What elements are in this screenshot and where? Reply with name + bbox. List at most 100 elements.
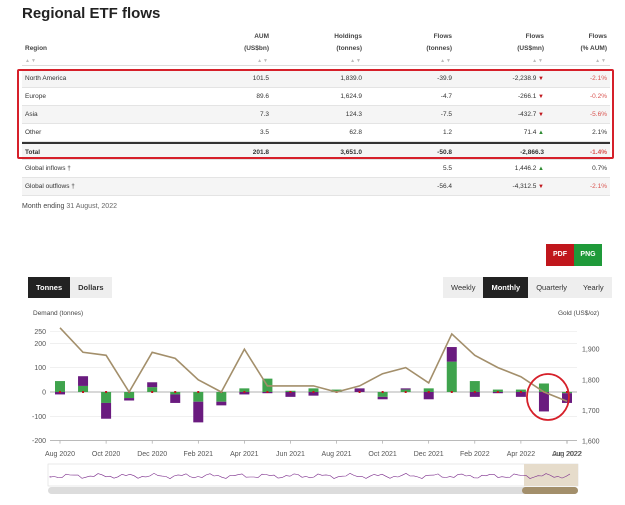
- page-title: Regional ETF flows: [22, 5, 161, 22]
- bar-europe: [446, 361, 457, 392]
- x-tick-label: Dec 2021: [414, 451, 444, 458]
- png-export-button[interactable]: PNG: [574, 244, 602, 266]
- table-cell-flows-usd: 1,446.2 ▲: [514, 165, 544, 172]
- table-cell-region: Global inflows †: [25, 165, 71, 172]
- y-tick-label: 200: [34, 341, 46, 348]
- bar-north-america: [55, 392, 65, 395]
- pdf-export-button[interactable]: PDF: [546, 244, 574, 266]
- bar-europe: [147, 387, 158, 392]
- x-tick-label: Aug 2022: [552, 451, 582, 458]
- bar-europe: [78, 385, 89, 392]
- table-header: Region ▲▼ AUM (US$bn) ▲▼ Holdings (tonnes) ▲▼ Fl…: [22, 30, 610, 66]
- bar-europe: [101, 392, 112, 403]
- baseline-marker: [358, 391, 361, 393]
- y2-tick-label: 1,900: [582, 347, 600, 354]
- y-axis-label: Demand (tonnes): [33, 310, 84, 317]
- yearly-button[interactable]: Yearly: [575, 277, 612, 298]
- tonnes-button[interactable]: Tonnes: [28, 277, 71, 298]
- bar-north-america: [308, 392, 319, 396]
- table-row: Global inflows † 5.5 1,446.2 ▲ 0.7%: [22, 160, 610, 178]
- bar-europe: [124, 392, 135, 399]
- bar-north-america: [124, 398, 135, 401]
- x-tick-label: Apr 2022: [507, 451, 536, 458]
- table-cell-flows-t: 5.5: [442, 165, 452, 172]
- y-tick-label: -100: [32, 414, 46, 421]
- y2-tick-label: 1,800: [582, 377, 600, 384]
- navigator-scrollbar-thumb: [522, 487, 578, 494]
- bar-europe: [377, 392, 388, 397]
- table-cell-flows-pct: -2.1%: [590, 183, 607, 190]
- y2-axis-label: Gold (US$/oz): [558, 310, 600, 317]
- baseline-marker: [427, 391, 430, 393]
- bar-europe: [170, 392, 181, 395]
- bar-europe: [515, 389, 526, 392]
- bar-europe: [55, 381, 65, 392]
- bar-north-america: [170, 394, 181, 403]
- x-tick-label: Jun 2022: [553, 451, 582, 458]
- bar-north-america: [262, 392, 273, 394]
- bar-north-america: [147, 382, 158, 388]
- y-tick-label: 250: [34, 329, 46, 336]
- bar-north-america: [285, 392, 296, 397]
- quarterly-button[interactable]: Quarterly: [528, 277, 576, 298]
- bar-north-america: [193, 401, 204, 423]
- column-header[interactable]: Flows (US$mn): [517, 33, 544, 53]
- arrow-up-icon: ▲: [536, 166, 544, 172]
- month-ending-date: 31 August, 2022: [66, 203, 117, 210]
- bar-north-america: [562, 393, 572, 403]
- bar-north-america: [538, 392, 549, 412]
- x-tick-label: Feb 2021: [183, 451, 213, 458]
- baseline-marker: [289, 391, 292, 393]
- x-tick-label: Apr 2021: [230, 451, 259, 458]
- baseline-marker: [174, 391, 177, 393]
- bar-north-america: [377, 396, 388, 400]
- baseline-marker: [566, 391, 568, 393]
- x-tick-label: Oct 2021: [368, 451, 397, 458]
- sort-arrows-icon[interactable]: ▲▼: [350, 58, 362, 64]
- x-tick-label: Jun 2021: [276, 451, 305, 458]
- bar-europe: [538, 383, 549, 392]
- sort-arrows-icon[interactable]: ▲▼: [532, 58, 544, 64]
- navigator-frame: [47, 463, 579, 487]
- bar-europe: [216, 392, 227, 402]
- weekly-button[interactable]: Weekly: [443, 277, 484, 298]
- bar-europe: [308, 388, 319, 392]
- sort-arrows-icon[interactable]: ▲▼: [25, 58, 37, 64]
- bar-europe: [285, 390, 296, 392]
- bar-europe: [400, 389, 411, 392]
- arrow-down-icon: ▼: [536, 184, 544, 190]
- y-tick-label: -200: [32, 438, 46, 445]
- column-header[interactable]: AUM (US$bn): [244, 33, 269, 53]
- baseline-marker: [128, 391, 131, 393]
- sort-arrows-icon[interactable]: ▲▼: [595, 58, 607, 64]
- sort-arrows-icon[interactable]: ▲▼: [257, 58, 269, 64]
- period-toggle: Weekly Monthly Quarterly Yearly: [443, 277, 612, 298]
- bar-north-america: [492, 392, 503, 394]
- navigator-series: [49, 472, 571, 479]
- gold-price-line: [59, 327, 568, 402]
- month-ending-label: Month ending: [22, 203, 65, 210]
- bar-north-america: [239, 392, 250, 395]
- column-header[interactable]: Region: [25, 33, 47, 53]
- baseline-marker: [496, 391, 499, 393]
- column-header[interactable]: Holdings (tonnes): [334, 33, 362, 53]
- sort-arrows-icon[interactable]: ▲▼: [440, 58, 452, 64]
- bar-north-america: [446, 347, 457, 362]
- navigator-selection: [524, 464, 578, 486]
- highlight-circle: [526, 373, 570, 421]
- monthly-button[interactable]: Monthly: [483, 277, 529, 298]
- column-header[interactable]: Flows (% AUM): [581, 33, 607, 53]
- baseline-marker: [197, 391, 200, 393]
- navigator-scrollbar-track: [48, 487, 578, 494]
- unit-toggle: Tonnes Dollars: [28, 277, 112, 298]
- bar-north-america: [101, 402, 112, 419]
- dollars-button[interactable]: Dollars: [70, 277, 112, 298]
- baseline-marker: [312, 391, 315, 393]
- bar-europe: [469, 381, 480, 392]
- bar-north-america: [423, 392, 434, 400]
- table-row: Global outflows † -56.4 -4,312.5 ▼ -2.1%: [22, 178, 610, 196]
- bar-north-america: [400, 388, 411, 390]
- baseline-marker: [243, 391, 246, 393]
- x-tick-label: Feb 2022: [460, 451, 490, 458]
- column-header[interactable]: Flows (tonnes): [426, 33, 452, 53]
